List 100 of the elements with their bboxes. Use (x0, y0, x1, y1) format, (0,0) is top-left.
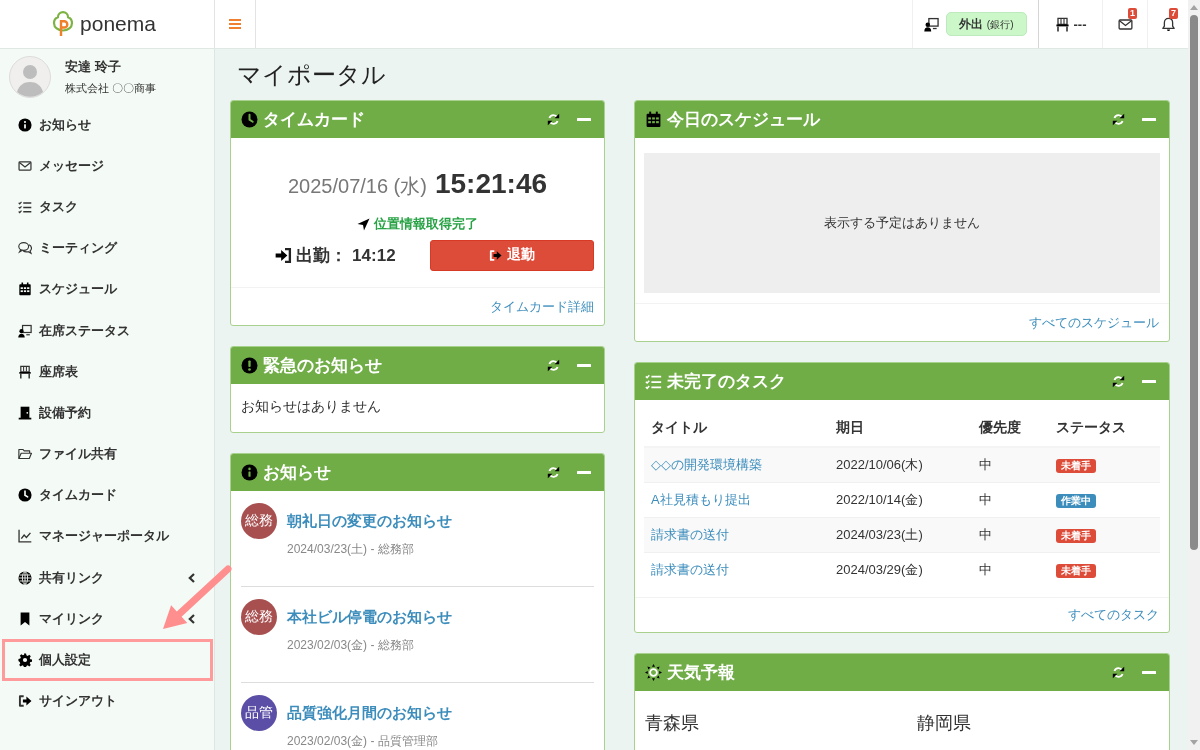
clock-time: 15:21:46 (434, 168, 548, 200)
notice-title-link[interactable]: 本社ビル停電のお知らせ (287, 607, 452, 627)
sidebar-item[interactable]: メッセージ (2, 145, 213, 187)
avatar-icon (9, 56, 51, 98)
due-date-cell: 2022/10/06(木) (829, 447, 972, 483)
refresh-icon[interactable] (547, 359, 560, 372)
seat-text: --- (1073, 16, 1087, 32)
panel-title: 未完了のタスク (667, 371, 787, 393)
sign-in-icon (275, 246, 293, 264)
sidebar-item[interactable]: 設備予約 (2, 392, 213, 434)
timecard-detail-link[interactable]: タイムカード詳細 (490, 297, 594, 316)
priority-cell: 中 (972, 447, 1049, 483)
sun-icon (645, 664, 662, 681)
department-avatar: 品管 (241, 695, 277, 731)
priority-cell: 中 (972, 517, 1049, 553)
all-schedules-link[interactable]: すべてのスケジュール (1029, 313, 1159, 332)
notice-title-link[interactable]: 朝礼日の変更のお知らせ (287, 511, 452, 531)
chair-icon[interactable] (1054, 16, 1070, 32)
info-icon (18, 117, 32, 132)
due-date-cell: 2024/03/23(土) (829, 517, 972, 553)
globe-icon (18, 570, 32, 585)
mail-count-badge: 1 (1128, 8, 1137, 19)
bookmark-icon (18, 611, 32, 626)
task-title-link[interactable]: 請求書の送付 (651, 562, 729, 577)
panel-title: 緊急のお知らせ (263, 355, 383, 377)
bell-icon[interactable] (1160, 16, 1176, 32)
sidebar-item[interactable]: スケジュール (2, 268, 213, 310)
clock-icon (18, 488, 32, 503)
chat-bubbles-icon (18, 241, 32, 256)
notice-meta: 2023/02/03(金) - 品質管理部 (287, 733, 438, 749)
calendar-icon (645, 111, 662, 128)
department-avatar: 総務 (241, 599, 277, 635)
alert-icon (241, 357, 258, 374)
menu-icon[interactable] (229, 19, 241, 29)
chair-icon (18, 364, 32, 379)
panel-title: 天気予報 (667, 662, 736, 684)
refresh-icon[interactable] (1112, 375, 1125, 388)
door-icon (18, 405, 32, 420)
checklist-icon (18, 199, 32, 214)
status-badge: 未着手 (1056, 529, 1096, 543)
user-name: 安達 玲子 (65, 59, 122, 75)
clock-icon (241, 111, 258, 128)
envelope-icon (18, 158, 32, 173)
empty-message: お知らせはありません (241, 398, 381, 414)
clock-out-button[interactable]: 退勤 (430, 239, 594, 271)
scroll-down-icon[interactable] (1190, 740, 1198, 745)
sign-out-icon (18, 694, 32, 709)
panel-title: 今日のスケジュール (667, 109, 822, 131)
refresh-icon[interactable] (547, 466, 560, 479)
task-title-link[interactable]: 請求書の送付 (651, 527, 729, 542)
sidebar-item[interactable]: ミーティング (2, 227, 213, 269)
task-title-link[interactable]: A社見積もり提出 (651, 492, 751, 507)
priority-cell: 中 (972, 552, 1049, 587)
page-title: マイポータル (237, 60, 387, 90)
notification-count-badge: 7 (1169, 8, 1178, 19)
chevron-left-icon (188, 613, 195, 624)
sign-out-icon (489, 248, 502, 262)
panel-title: タイムカード (263, 109, 366, 131)
line-chart-icon (18, 529, 32, 544)
sidebar-item[interactable]: お知らせ (2, 104, 213, 146)
notice-meta: 2023/02/03(金) - 総務部 (287, 637, 414, 653)
all-tasks-link[interactable]: すべてのタスク (1068, 606, 1159, 624)
sidebar-item[interactable]: サインアウト (2, 680, 213, 722)
refresh-icon[interactable] (1112, 113, 1125, 126)
region-name: 青森県 (645, 712, 700, 735)
checklist-icon (645, 373, 662, 390)
sidebar-item[interactable]: 在席ステータス (2, 309, 213, 352)
location-status: 位置情報取得完了 (374, 215, 478, 233)
logo-text: ponema (80, 11, 156, 37)
scroll-up-icon[interactable] (1190, 5, 1198, 10)
presence-status-button[interactable]: 外出 (銀行) (946, 12, 1027, 36)
scrollbar[interactable] (1188, 0, 1200, 750)
notice-meta: 2024/03/23(土) - 総務部 (287, 541, 414, 557)
scrollbar-thumb[interactable] (1190, 15, 1198, 550)
info-icon (241, 464, 258, 481)
envelope-icon[interactable] (1117, 16, 1133, 32)
sidebar-item[interactable]: マネージャーポータル (2, 515, 213, 558)
person-board-icon (18, 323, 32, 338)
region-name: 静岡県 (917, 712, 972, 735)
sidebar-item[interactable]: 個人設定 (2, 639, 213, 681)
notice-title-link[interactable]: 品質強化月間のお知らせ (287, 703, 452, 723)
person-board-icon (924, 16, 940, 32)
sidebar-item[interactable]: マイリンク (2, 598, 213, 640)
refresh-icon[interactable] (547, 113, 560, 126)
status-badge: 作業中 (1056, 494, 1096, 508)
sidebar-item[interactable]: 共有リンク (2, 557, 213, 599)
chevron-left-icon (188, 572, 195, 583)
pointer-arrow (160, 565, 232, 632)
refresh-icon[interactable] (1112, 666, 1125, 679)
sidebar-item[interactable]: タスク (2, 186, 213, 228)
sidebar-item[interactable]: 座席表 (2, 351, 213, 393)
due-date-cell: 2024/03/29(金) (829, 552, 972, 587)
company-name: 株式会社 〇〇商事 (65, 81, 157, 95)
sidebar-item[interactable]: タイムカード (2, 474, 213, 516)
clock-in-time: 出勤： 14:12 (296, 244, 396, 267)
sidebar-item[interactable]: ファイル共有 (2, 433, 213, 475)
settings-icon (18, 653, 32, 668)
department-avatar: 総務 (241, 503, 277, 539)
folder-icon (18, 447, 32, 462)
logo-icon[interactable] (52, 11, 75, 37)
